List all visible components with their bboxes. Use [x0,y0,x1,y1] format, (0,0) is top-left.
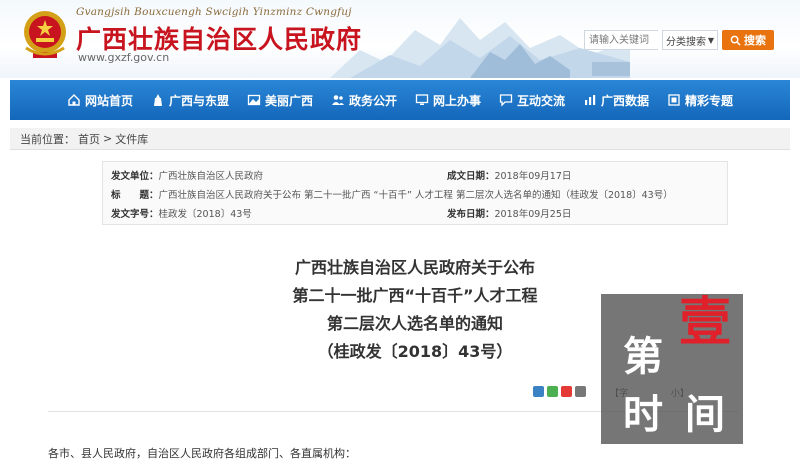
nav-item-home[interactable]: 网站首页 [58,80,142,120]
search-input[interactable] [584,30,658,50]
info-pub-label: 发布日期： [447,209,495,220]
nav-item-online-service[interactable]: 网上办事 [406,80,490,120]
document-title-line: 第二十一批广西“十百千”人才工程 [292,286,538,305]
info-title-value: 广西壮族自治区人民政府关于公布 第二十一批广西 “十百千” 人才工程 第二层次人… [158,190,673,201]
nav-item-label: 美丽广西 [264,93,313,108]
watermark-char: 壹 [679,292,732,353]
home-icon [68,94,80,106]
tower-icon [153,94,162,106]
national-emblem-icon [24,11,66,58]
search-icon [730,35,741,46]
info-docno-label: 发文字号： [111,209,159,220]
info-date-value: 2018年09月17日 [494,171,572,182]
info-issuer: 发文单位：广西壮族自治区人民政府 [111,168,263,182]
nav-item-label: 互动交流 [517,93,566,108]
monitor-icon [415,94,429,105]
watermark-char: 间 [685,392,725,438]
info-issuer-label: 发文单位： [111,171,159,182]
watermark-char: 第 [623,334,663,380]
document-info-box: 发文单位：广西壮族自治区人民政府 成文日期：2018年09月17日 标 题：广西… [102,161,728,225]
breadcrumb-current[interactable]: 文件库 [115,131,148,147]
search-bar: 分类搜索 ▼ 搜索 [584,30,774,50]
site-url: www.gxzf.gov.cn [78,51,170,64]
breadcrumb-home-link[interactable]: 首页 [78,131,100,147]
nav-item-data[interactable]: 广西数据 [574,80,658,120]
landscape-icon [247,94,261,106]
nav-item-label: 政务公开 [348,93,397,108]
document-title-line: 广西壮族自治区人民政府关于公布 [294,258,535,277]
nav-item-interaction[interactable]: 互动交流 [490,80,574,120]
share-plus-icon[interactable] [533,386,544,397]
nav-item-beautiful[interactable]: 美丽广西 [238,80,322,120]
document-greeting: 各市、县人民政府，自治区人民政府各组成部门、各直属机构： [48,447,356,460]
nav-item-topics[interactable]: 精彩专题 [658,80,742,120]
main-nav: 网站首页 广西与东盟 美丽广西 政务公开 网上办事 互动交流 广西数据 精彩专题 [10,80,790,120]
nav-item-gov-affairs[interactable]: 政务公开 [322,80,406,120]
breadcrumb-prefix: 当前位置： [20,132,75,146]
category-select-label: 分类搜索 [666,36,706,48]
info-issuer-value: 广西壮族自治区人民政府 [158,171,264,182]
nav-item-label: 广西与东盟 [168,93,229,108]
breadcrumb: 当前位置： 首页 > 文件库 [10,128,790,150]
info-date-label: 成文日期： [447,171,495,182]
info-docno: 发文字号：桂政发〔2018〕43号 [111,206,252,220]
chat-icon [499,94,513,107]
watermark-char: 时 [623,392,663,438]
search-button-label: 搜索 [744,34,766,47]
nav-item-label: 网上办事 [433,93,482,108]
people-icon [331,95,344,105]
info-docno-value: 桂政发〔2018〕43号 [158,209,252,220]
info-title-label: 标 题： [111,190,159,201]
site-pinyin: Gvangjsih Bouxcuengh Swcigih Yinzminz Cw… [76,6,352,18]
wechat-icon[interactable] [547,386,558,397]
bar-chart-icon [585,95,596,105]
chevron-down-icon: ▼ [707,35,714,45]
category-select[interactable]: 分类搜索 ▼ [662,30,718,50]
site-header: Gvangjsih Bouxcuengh Swcigih Yinzminz Cw… [0,0,800,78]
document-title-line: 第二层次人选名单的通知 [326,314,503,333]
album-icon [668,94,680,106]
info-pub-date: 发布日期：2018年09月25日 [447,206,571,220]
nav-item-label: 广西数据 [601,93,650,108]
breadcrumb-separator: > [103,132,113,145]
print-icon[interactable] [575,386,586,397]
document-title: 广西壮族自治区人民政府关于公布 第二十一批广西“十百千”人才工程 第二层次人选名… [230,254,600,366]
info-pub-value: 2018年09月25日 [494,209,572,220]
nav-item-asean[interactable]: 广西与东盟 [142,80,238,120]
share-bar [533,386,586,397]
nav-item-label: 网站首页 [84,93,133,108]
weibo-icon[interactable] [561,386,572,397]
nav-item-label: 精彩专题 [685,93,734,108]
watermark-logo: 第 壹 时 间 [601,292,743,444]
search-button[interactable]: 搜索 [722,30,774,50]
info-date: 成文日期：2018年09月17日 [447,168,571,182]
info-title: 标 题：广西壮族自治区人民政府关于公布 第二十一批广西 “十百千” 人才工程 第… [111,187,673,201]
document-title-line: （桂政发〔2018〕43号） [317,342,513,361]
